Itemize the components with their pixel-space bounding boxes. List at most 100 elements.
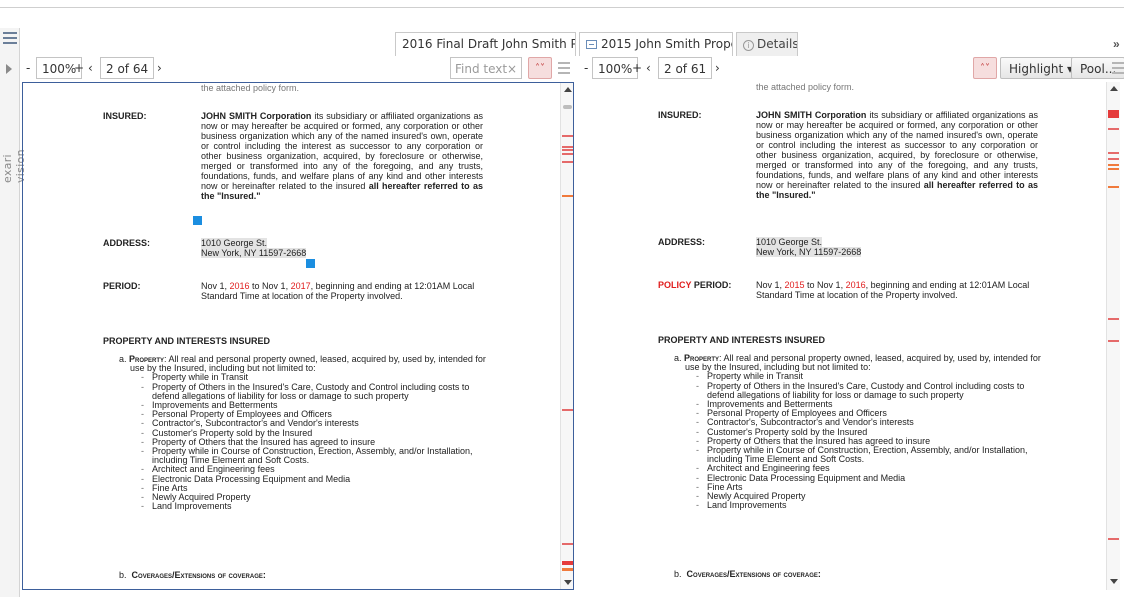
tab-details-label: Details bbox=[757, 37, 798, 51]
address-line-1: 1010 George St. bbox=[201, 238, 268, 248]
tab-left-document[interactable]: 2016 Final Draft John Smith Pro...× bbox=[395, 32, 576, 56]
clear-search-icon[interactable]: × bbox=[507, 58, 517, 80]
insured-body: its subsidiary or affiliated organizatio… bbox=[756, 110, 1039, 190]
zoom-in-button[interactable]: + bbox=[74, 57, 84, 79]
right-toolbar: - 100% + ‹ 2 of 61 › ˄˅ Highlight ▾ Pool… bbox=[580, 57, 1124, 81]
list-item: Property while in Course of Construction… bbox=[119, 446, 499, 465]
address-label: ADDRESS: bbox=[658, 237, 706, 247]
period-value: Nov 1, 2015 to Nov 1, 2016, beginning an… bbox=[756, 280, 1056, 300]
page-indicator[interactable]: 2 of 64 bbox=[100, 57, 155, 79]
item-b: b. Coverages/Extensions of coverage: bbox=[674, 569, 821, 579]
insured-label: INSURED: bbox=[658, 110, 702, 120]
item-b-prefix: b. bbox=[674, 569, 682, 579]
top-border bbox=[0, 0, 1124, 8]
diff-marker[interactable] bbox=[562, 161, 573, 163]
address-value: 1010 George St. New York, NY 11597-2668 bbox=[201, 238, 307, 258]
comment-flag-icon[interactable] bbox=[306, 259, 315, 268]
diff-marker[interactable] bbox=[1108, 168, 1119, 170]
insured-body: its subsidiary or affiliated organizatio… bbox=[201, 111, 484, 191]
period-text: to Nov 1, bbox=[804, 280, 846, 290]
next-page-button[interactable]: › bbox=[157, 57, 162, 79]
property-list: a. Property: All real and personal prope… bbox=[119, 354, 499, 511]
diff-marker[interactable] bbox=[1108, 340, 1119, 342]
changed-year: 2016 bbox=[845, 280, 866, 290]
item-a: a. Property: All real and personal prope… bbox=[119, 354, 499, 373]
diff-nav-button[interactable]: ˄˅ bbox=[973, 57, 997, 79]
find-text-placeholder: Find text bbox=[455, 62, 508, 76]
diff-marker[interactable] bbox=[1108, 128, 1119, 130]
hamburger-menu-icon[interactable] bbox=[3, 32, 17, 44]
period-label-changed: POLICY bbox=[658, 280, 692, 290]
page-indicator[interactable]: 2 of 61 bbox=[658, 57, 713, 79]
insured-clause: JOHN SMITH Corporation its subsidiary or… bbox=[756, 110, 1038, 200]
zoom-out-button[interactable]: - bbox=[26, 57, 30, 79]
item-a-prefix: a. bbox=[674, 353, 682, 363]
item-b: b. Coverages/Extensions of coverage: bbox=[119, 570, 266, 580]
item-a-text: : All real and personal property owned, … bbox=[685, 353, 1041, 373]
scroll-thumb[interactable] bbox=[563, 105, 572, 109]
cut-off-line: the attached policy form. bbox=[201, 83, 300, 93]
diff-marker[interactable] bbox=[1108, 318, 1119, 320]
item-b-text: Coverages/Extensions of coverage: bbox=[686, 569, 821, 579]
left-rail: exari vision bbox=[0, 28, 27, 597]
expand-arrow-icon[interactable] bbox=[6, 64, 12, 74]
right-document-pane[interactable]: the attached policy form. INSURED: JOHN … bbox=[580, 82, 1120, 590]
left-document-pane[interactable]: the attached policy form. INSURED: JOHN … bbox=[22, 82, 574, 590]
diff-marker[interactable] bbox=[562, 195, 573, 197]
scroll-down-icon[interactable] bbox=[1110, 579, 1118, 584]
scroll-up-icon[interactable] bbox=[564, 87, 572, 92]
item-a: a. Property: All real and personal prope… bbox=[674, 353, 1054, 373]
period-text: Nov 1, bbox=[201, 281, 230, 291]
list-item: Land Improvements bbox=[119, 502, 499, 511]
right-menu-icon[interactable] bbox=[1112, 59, 1124, 81]
tab-overflow-icon[interactable]: » bbox=[1113, 37, 1120, 51]
scroll-up-icon[interactable] bbox=[1110, 86, 1118, 91]
changed-year: 2016 bbox=[229, 281, 250, 291]
cut-off-line: the attached policy form. bbox=[756, 82, 855, 92]
insured-name: JOHN SMITH Corporation bbox=[201, 111, 312, 121]
prev-page-button[interactable]: ‹ bbox=[646, 57, 651, 79]
diff-marker[interactable] bbox=[562, 153, 573, 155]
diff-marker[interactable] bbox=[562, 409, 573, 411]
info-icon: i bbox=[743, 40, 754, 51]
period-label: PERIOD: bbox=[103, 281, 141, 291]
next-page-button[interactable]: › bbox=[715, 57, 720, 79]
comment-flag-icon[interactable] bbox=[193, 216, 202, 225]
left-toolbar: - 100% + ‹ 2 of 64 › Find text × ˄˅ bbox=[22, 57, 574, 81]
diff-marker[interactable] bbox=[562, 568, 573, 571]
diff-marker[interactable] bbox=[1108, 538, 1119, 540]
diff-marker[interactable] bbox=[562, 543, 573, 545]
address-line-2: New York, NY 11597-2668 bbox=[756, 247, 862, 257]
left-scrollbar[interactable] bbox=[560, 83, 573, 589]
list-item: Property of Others in the Insured's Care… bbox=[674, 381, 1054, 400]
diff-marker[interactable] bbox=[562, 146, 573, 148]
item-a-prefix: a. bbox=[119, 354, 127, 364]
diff-marker[interactable] bbox=[1108, 186, 1119, 188]
zoom-out-button[interactable]: - bbox=[584, 57, 588, 79]
changed-year: 2017 bbox=[290, 281, 311, 291]
period-value: Nov 1, 2016 to Nov 1, 2017, beginning an… bbox=[201, 281, 501, 301]
tab-right-document[interactable]: 2015 John Smith Property... bbox=[579, 32, 733, 56]
right-scrollbar[interactable] bbox=[1106, 82, 1120, 590]
diff-nav-button[interactable]: ˄˅ bbox=[528, 57, 552, 79]
diff-marker[interactable] bbox=[1108, 110, 1119, 118]
exari-vision-label: exari vision bbox=[1, 149, 27, 183]
changed-year: 2015 bbox=[784, 280, 805, 290]
diff-marker[interactable] bbox=[562, 135, 573, 137]
period-label: POLICY PERIOD: bbox=[658, 280, 731, 290]
left-menu-icon[interactable] bbox=[558, 59, 570, 81]
find-text-input[interactable]: Find text × bbox=[450, 57, 522, 79]
diff-marker[interactable] bbox=[562, 561, 573, 565]
diff-marker[interactable] bbox=[1108, 164, 1119, 166]
scroll-down-icon[interactable] bbox=[564, 580, 572, 585]
zoom-in-button[interactable]: + bbox=[632, 57, 642, 79]
diff-marker[interactable] bbox=[1108, 152, 1119, 154]
tab-details[interactable]: i Details bbox=[736, 32, 798, 56]
address-line-1: 1010 George St. bbox=[756, 237, 823, 247]
prev-page-button[interactable]: ‹ bbox=[88, 57, 93, 79]
highlight-button[interactable]: Highlight ▾ bbox=[1000, 57, 1083, 79]
diff-marker[interactable] bbox=[562, 149, 573, 151]
diff-marker[interactable] bbox=[1108, 158, 1119, 160]
period-text: Nov 1, bbox=[756, 280, 785, 290]
document-page: the attached policy form. INSURED: JOHN … bbox=[580, 82, 1118, 590]
